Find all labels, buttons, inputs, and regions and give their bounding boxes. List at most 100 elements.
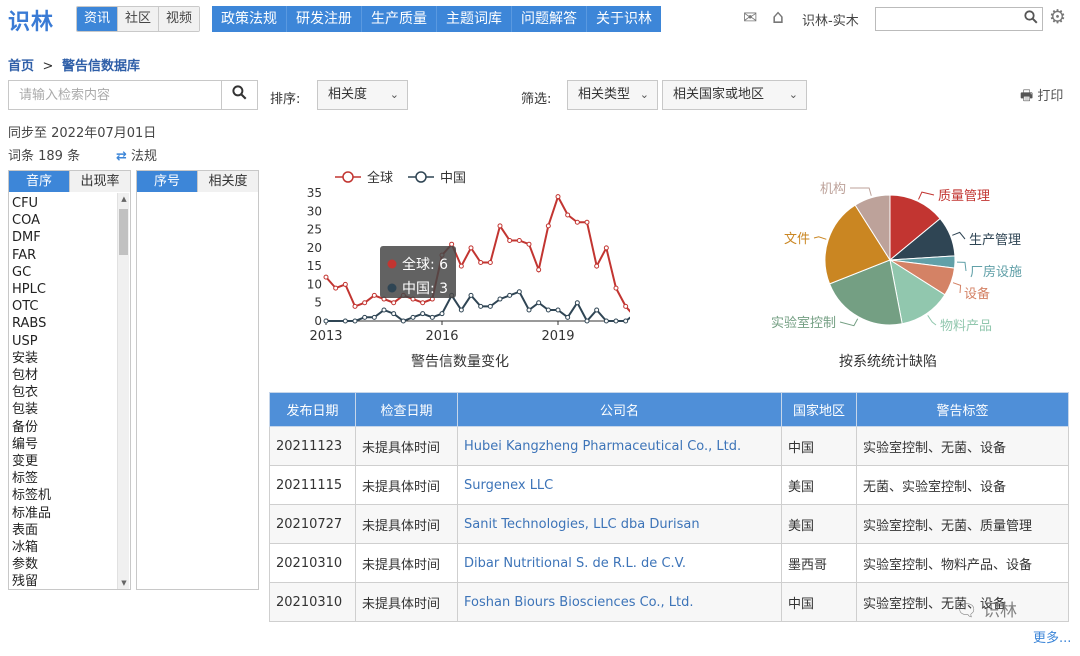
data-point[interactable] xyxy=(545,223,551,229)
term-item[interactable]: 标签机 xyxy=(12,487,51,504)
data-point[interactable] xyxy=(536,300,542,306)
term-item[interactable]: 标签 xyxy=(12,470,51,487)
data-point[interactable] xyxy=(362,314,368,320)
tab-frequency[interactable]: 出现率 xyxy=(70,171,130,192)
data-point[interactable] xyxy=(352,318,358,324)
term-item[interactable]: RABS xyxy=(12,315,51,332)
scrollbar[interactable]: ▲ ▼ xyxy=(117,193,129,589)
company-name-link[interactable]: Hubei Kangzheng Pharmaceutical Co., Ltd. xyxy=(457,426,782,466)
data-point[interactable] xyxy=(536,267,542,273)
data-point[interactable] xyxy=(342,318,348,324)
scroll-up-icon[interactable]: ▲ xyxy=(119,195,129,203)
term-item[interactable]: 冰箱 xyxy=(12,539,51,556)
data-point[interactable] xyxy=(613,285,619,291)
data-point[interactable] xyxy=(545,307,551,313)
nav-glossary[interactable]: 主题词库 xyxy=(437,6,512,32)
sort-select[interactable]: 相关度 ⌄ xyxy=(317,80,408,110)
term-item[interactable]: 编号 xyxy=(12,436,51,453)
data-point[interactable] xyxy=(555,307,561,313)
data-point[interactable] xyxy=(507,292,513,298)
top-search-input[interactable] xyxy=(875,7,1043,31)
term-item[interactable]: 包材 xyxy=(12,367,51,384)
data-point[interactable] xyxy=(420,311,426,317)
data-point[interactable] xyxy=(594,263,600,269)
data-point[interactable] xyxy=(574,219,580,225)
term-item[interactable]: HPLC xyxy=(12,281,51,298)
search-input[interactable] xyxy=(9,81,219,109)
col-publish-date[interactable]: 发布日期 xyxy=(269,392,356,427)
term-item[interactable]: 残留 xyxy=(12,573,51,590)
term-item[interactable]: 变更 xyxy=(12,453,51,470)
nav-production-quality[interactable]: 生产质量 xyxy=(362,6,437,32)
data-point[interactable] xyxy=(497,296,503,302)
data-point[interactable] xyxy=(555,194,561,200)
data-point[interactable] xyxy=(391,300,397,306)
nav-policy[interactable]: 政策法规 xyxy=(212,6,287,32)
term-item[interactable]: 备份 xyxy=(12,419,51,436)
data-point[interactable] xyxy=(371,314,377,320)
data-point[interactable] xyxy=(507,238,513,244)
term-item[interactable]: COA xyxy=(12,212,51,229)
term-item[interactable]: USP xyxy=(12,333,51,350)
law-toggle[interactable]: ⇄ 法规 xyxy=(116,145,157,164)
breadcrumb-home[interactable]: 首页 xyxy=(8,59,34,74)
data-point[interactable] xyxy=(458,307,464,313)
data-point[interactable] xyxy=(449,241,455,247)
home-icon[interactable]: ⌂ xyxy=(772,6,784,28)
data-point[interactable] xyxy=(400,318,406,324)
company-name-link[interactable]: Dibar Nutritional S. de R.L. de C.V. xyxy=(457,543,782,583)
col-inspection-date[interactable]: 检查日期 xyxy=(355,392,458,427)
nav-rd-registration[interactable]: 研发注册 xyxy=(287,6,362,32)
data-point[interactable] xyxy=(487,303,493,309)
site-logo[interactable]: 识林 xyxy=(8,4,54,36)
term-item[interactable]: FAR xyxy=(12,247,51,264)
data-point[interactable] xyxy=(603,318,609,324)
print-button[interactable]: 🖶 打印 xyxy=(1020,85,1063,109)
tab-index[interactable]: 序号 xyxy=(137,171,198,192)
company-name-link[interactable]: Sanit Technologies, LLC dba Durisan xyxy=(457,504,782,544)
legend-label[interactable]: 全球 xyxy=(367,170,393,186)
term-item[interactable]: CFU xyxy=(12,195,51,212)
segment-news[interactable]: 资讯 xyxy=(77,7,119,31)
data-point[interactable] xyxy=(391,311,397,317)
nav-about[interactable]: 关于识林 xyxy=(587,6,661,32)
col-company[interactable]: 公司名 xyxy=(457,392,782,427)
more-link[interactable]: 更多... xyxy=(1033,627,1071,646)
data-point[interactable] xyxy=(333,285,339,291)
data-point[interactable] xyxy=(410,314,416,320)
scroll-down-icon[interactable]: ▼ xyxy=(119,579,129,587)
data-point[interactable] xyxy=(371,292,377,298)
gear-icon[interactable]: ⚙ xyxy=(1049,6,1066,28)
scrollbar-thumb[interactable] xyxy=(119,209,128,255)
data-point[interactable] xyxy=(497,223,503,229)
term-item[interactable]: 参数 xyxy=(12,556,51,573)
nav-qa[interactable]: 问题解答 xyxy=(512,6,587,32)
type-filter-select[interactable]: 相关类型 ⌄ xyxy=(567,80,658,110)
data-point[interactable] xyxy=(623,318,629,324)
data-point[interactable] xyxy=(584,219,590,225)
segment-video[interactable]: 视频 xyxy=(159,7,200,31)
data-point[interactable] xyxy=(487,259,493,265)
tab-relevance[interactable]: 相关度 xyxy=(198,171,258,192)
data-point[interactable] xyxy=(458,263,464,269)
tab-alphabetical[interactable]: 音序 xyxy=(9,171,70,192)
company-name-link[interactable]: Foshan Biours Biosciences Co., Ltd. xyxy=(457,582,782,622)
data-point[interactable] xyxy=(516,238,522,244)
data-point[interactable] xyxy=(478,259,484,265)
data-point[interactable] xyxy=(526,307,532,313)
data-point[interactable] xyxy=(468,292,474,298)
data-point[interactable] xyxy=(342,281,348,287)
legend-label[interactable]: 中国 xyxy=(440,171,466,186)
term-item[interactable]: 标准品 xyxy=(12,505,51,522)
search-button[interactable] xyxy=(221,81,257,109)
data-point[interactable] xyxy=(526,241,532,247)
data-point[interactable] xyxy=(323,318,329,324)
data-point[interactable] xyxy=(613,318,619,324)
data-point[interactable] xyxy=(420,300,426,306)
search-icon[interactable] xyxy=(1024,10,1038,28)
data-point[interactable] xyxy=(468,245,474,251)
col-region[interactable]: 国家地区 xyxy=(781,392,857,427)
term-item[interactable]: 包装 xyxy=(12,401,51,418)
term-item[interactable]: GC xyxy=(12,264,51,281)
data-point[interactable] xyxy=(574,300,580,306)
